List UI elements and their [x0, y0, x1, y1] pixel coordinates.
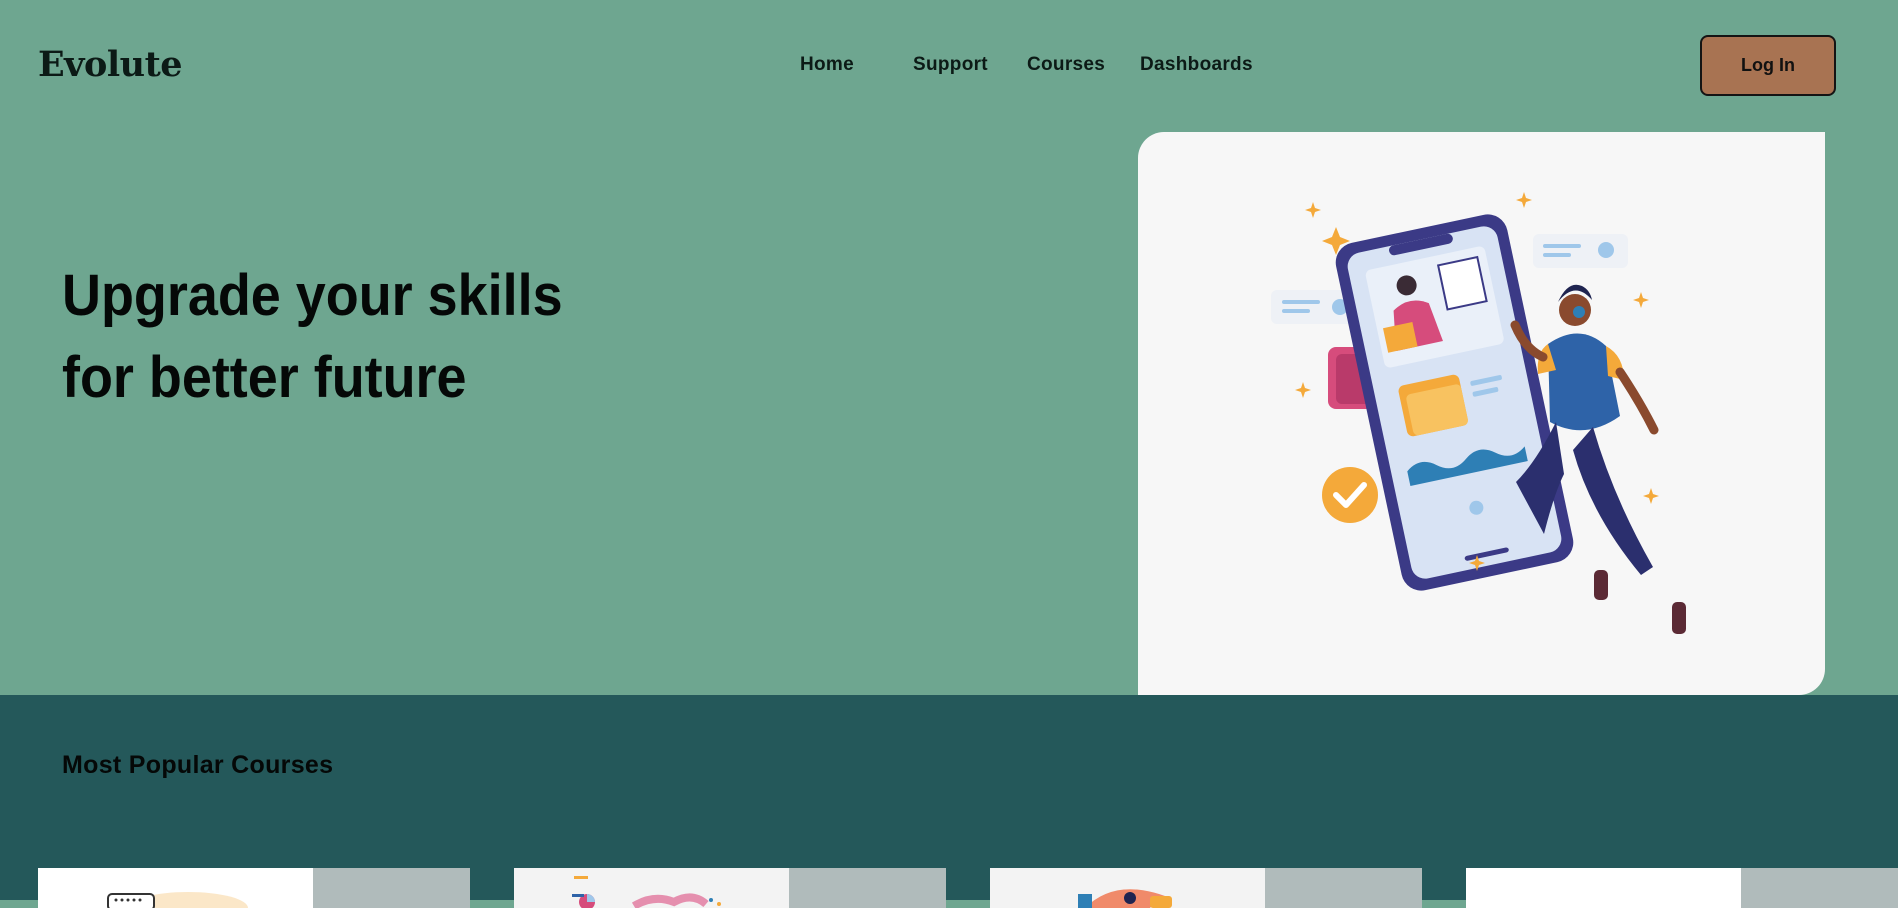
course-card[interactable]	[514, 868, 946, 908]
student-figure	[1510, 284, 1686, 634]
nav-link-support[interactable]: Support	[913, 54, 988, 76]
course-thumbnail	[38, 868, 313, 908]
site-header: Evolute Home Support Courses Dashboards …	[0, 0, 1898, 130]
course-card[interactable]	[38, 868, 470, 908]
nav-link-courses[interactable]: Courses	[1027, 54, 1105, 76]
hero-title-line-2: for better future	[62, 345, 467, 410]
nav-link-dashboards[interactable]: Dashboards	[1140, 54, 1253, 76]
hero-title: Upgrade your skills for better future	[62, 255, 563, 419]
popular-courses-section: Most Popular Courses	[0, 695, 1898, 908]
hero-illustration-card	[1138, 132, 1825, 695]
course-thumbnail	[990, 868, 1265, 908]
section-title: Most Popular Courses	[62, 751, 334, 779]
brand-logo[interactable]: Evolute	[38, 44, 183, 85]
login-button[interactable]: Log In	[1700, 35, 1836, 96]
course-card[interactable]	[990, 868, 1422, 908]
check-badge	[1322, 467, 1378, 523]
phone-shape	[1335, 214, 1574, 591]
course-thumbnail	[1466, 868, 1741, 908]
course-card[interactable]	[1466, 868, 1898, 908]
nav-link-home[interactable]: Home	[800, 54, 854, 76]
course-thumbnail	[514, 868, 789, 908]
hero-title-line-1: Upgrade your skills	[62, 263, 563, 328]
learning-illustration	[1271, 192, 1686, 634]
